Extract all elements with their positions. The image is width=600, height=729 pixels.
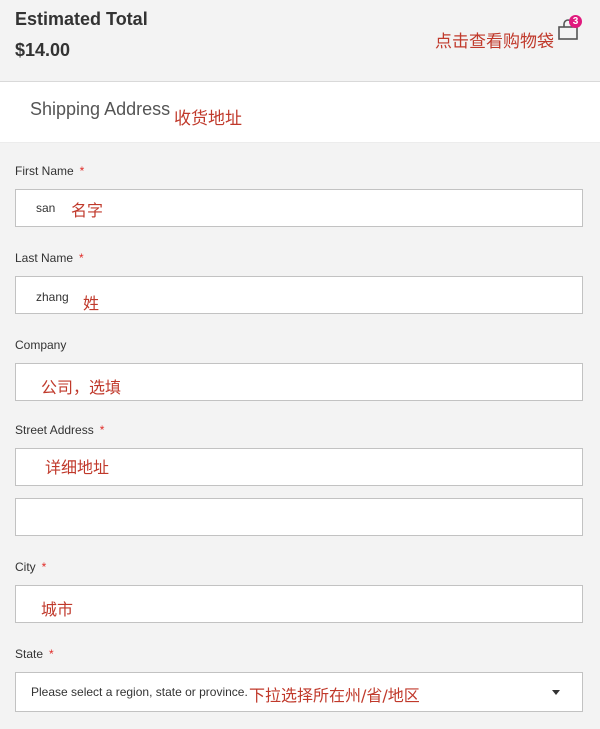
shipping-form: First Name * san 名字 Last Name * zhang 姓 Co… (0, 142, 600, 729)
state-label: State * (15, 647, 54, 661)
required-marker: * (99, 423, 105, 437)
first-name-label: First Name * (15, 164, 84, 178)
state-selected-value: Please select a region, state or provinc… (31, 685, 248, 699)
last-name-annotation: 姓 (83, 294, 100, 313)
first-name-label-text: First Name (15, 164, 74, 178)
street-address-line2-input[interactable] (15, 498, 583, 536)
last-name-value: zhang (36, 290, 69, 304)
company-annotation: 公司，选填 (41, 378, 122, 397)
first-name-value: san (36, 201, 56, 215)
state-annotation: 下拉选择所在州/省/地区 (249, 686, 420, 705)
first-name-input[interactable]: san 名字 (15, 189, 583, 227)
last-name-input[interactable]: zhang 姓 (15, 276, 583, 314)
estimated-total-label: Estimated Total (15, 9, 148, 29)
state-select[interactable]: Please select a region, state or provinc… (15, 672, 583, 712)
cart-button[interactable]: 3 (557, 15, 582, 42)
last-name-label: Last Name * (15, 251, 84, 265)
shipping-annotation: 收货地址 (174, 109, 242, 129)
shipping-section-header: Shipping Address 收货地址 (0, 82, 600, 143)
cart-annotation: 点击查看购物袋 (435, 32, 554, 52)
chevron-down-icon (552, 690, 560, 695)
company-input[interactable]: 公司，选填 (15, 363, 583, 401)
estimated-total-price: $14.00 (15, 40, 71, 60)
street-address-line1-input[interactable]: 详细地址 (15, 448, 583, 486)
shipping-address-title: Shipping Address (30, 99, 171, 119)
cart-count-badge: 3 (569, 15, 582, 28)
required-marker: * (79, 251, 84, 265)
company-label: Company (15, 338, 67, 352)
city-input[interactable]: 城市 (15, 585, 583, 623)
first-name-annotation: 名字 (71, 201, 104, 220)
city-annotation: 城市 (41, 600, 74, 619)
state-label-text: State (15, 647, 44, 661)
required-marker: * (49, 647, 54, 661)
required-marker: * (41, 560, 47, 574)
street-address-label-text: Street Address (15, 423, 94, 437)
city-label: City * (15, 560, 46, 574)
last-name-label-text: Last Name (15, 251, 74, 265)
required-marker: * (79, 164, 85, 178)
street-address-annotation: 详细地址 (45, 458, 110, 477)
city-label-text: City (15, 560, 36, 574)
order-summary: Estimated Total $14.00 点击查看购物袋 3 (0, 0, 600, 82)
street-address-label: Street Address * (15, 423, 104, 437)
